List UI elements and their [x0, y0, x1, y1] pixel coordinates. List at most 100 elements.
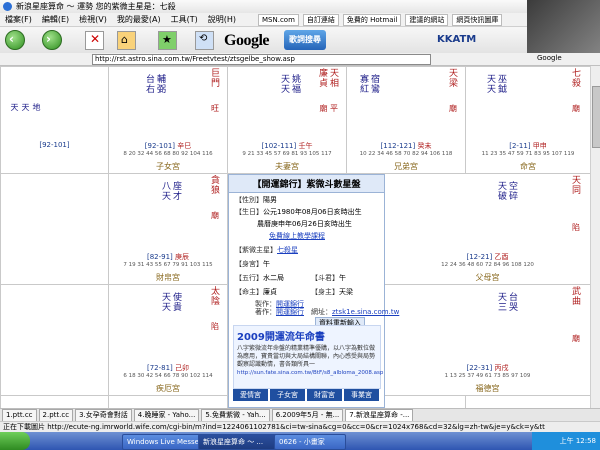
menu-view[interactable]: 檢視(V)	[74, 13, 112, 26]
link-custom[interactable]: 自訂連結	[302, 14, 339, 26]
palace-left-partial-3	[0, 284, 109, 396]
star-status: 旺	[211, 104, 219, 113]
palace-label: 兄弟宮	[394, 162, 418, 171]
task-browser[interactable]: 新浪星座算命 ～ ...	[198, 434, 278, 450]
scroll-thumb[interactable]	[592, 86, 600, 148]
ie-logo-icon	[3, 2, 12, 11]
home-icon: ⌂	[121, 33, 128, 46]
start-button[interactable]	[0, 432, 30, 450]
system-clock: 上午 12:58	[532, 432, 600, 450]
star-status: 陷	[211, 322, 219, 331]
favorites-button[interactable]: ★	[158, 31, 177, 50]
stop-icon: ✕	[90, 32, 101, 46]
age-list: 6 18 30 42 54 66 78 90 102 114	[123, 373, 213, 379]
palace-label: 夫妻宮	[275, 162, 299, 171]
menu-edit[interactable]: 編輯(E)	[37, 13, 74, 26]
author-link[interactable]: 開運錦行	[276, 308, 304, 316]
birth-value: 公元1980年08月06日亥時出生	[263, 208, 362, 216]
age-list: 9 21 33 45 57 69 81 93 105 117	[242, 151, 332, 157]
address-bar: http://rst.astro.sina.com.tw/Freetvtest/…	[0, 53, 600, 66]
palace-siblings: 天梁 廟 寡宿紅鸞 [112-121] 癸未 10 22 34 46 58 70…	[346, 66, 466, 174]
window-title: 新浪星座算命 ～ 運勢 您的紫微主星是：七殺	[16, 2, 176, 11]
ziwei-star-link[interactable]: 七殺星	[277, 246, 298, 254]
shen-value: 天梁	[339, 288, 353, 296]
link-suggested[interactable]: 建議的網站	[405, 14, 449, 26]
year-range: [2-11] 甲申	[509, 142, 547, 150]
promo-title: 2009開運流年命書	[237, 332, 325, 343]
home-button[interactable]: ⌂	[117, 31, 136, 50]
windows-taskbar: Windows Live Messen... 新浪星座算命 ～ ... 0626…	[0, 432, 600, 450]
google-logo[interactable]: Google	[224, 32, 270, 50]
back-arrow-icon: ‹	[9, 32, 14, 46]
dou-value: 午	[339, 274, 346, 282]
link-webslice[interactable]: 網頁快訊圖庫	[452, 14, 503, 26]
palace-label: 福德宮	[475, 384, 500, 393]
free-course-link[interactable]: 免費線上教學課程	[269, 231, 325, 241]
star-status: 廟	[572, 104, 580, 113]
year-range: [22-31] 丙戌	[466, 364, 509, 372]
star-status: 廟	[572, 334, 580, 343]
lyrics-search-button[interactable]: 歌詞搜尋	[284, 30, 326, 50]
tab-wealth[interactable]: 財富宮	[307, 389, 342, 401]
link-msn[interactable]: MSN.com	[258, 14, 299, 26]
tab-children[interactable]: 子女宮	[270, 389, 305, 401]
palace-life: 七殺 廟 天巫天鉞 [2-11] 甲申 11 23 35 47 59 71 83…	[465, 66, 591, 174]
task-messenger[interactable]: Windows Live Messen...	[122, 434, 210, 450]
ming-value: 廉貞	[263, 288, 277, 296]
menu-tools[interactable]: 工具(T)	[166, 13, 203, 26]
year-range: [112-121] 癸未	[380, 142, 432, 150]
title-bar: 新浪星座算命 ～ 運勢 您的紫微主星是：七殺	[0, 0, 600, 14]
palace-label: 財帛宮	[156, 273, 180, 282]
stop-button[interactable]: ✕	[85, 31, 104, 50]
forward-button[interactable]: ›	[42, 30, 62, 50]
promo-url[interactable]: http://sun.fate.sina.com.tw/BtF/s8_alblo…	[234, 369, 383, 377]
body-palace-value: 午	[263, 260, 270, 268]
link-hotmail[interactable]: 免費的 Hotmail	[342, 14, 402, 26]
star-status: 廟	[449, 104, 457, 113]
wuxing-value: 水二局	[263, 274, 284, 282]
age-list: 7 19 31 43 55 67 79 91 103 115	[123, 262, 213, 268]
palace-wealth: 貪狼 廟 八座天才 [82-91] 庚辰 7 19 31 43 55 67 79…	[108, 173, 228, 285]
site-link[interactable]: ztsk1e.sina.com.tw	[332, 308, 399, 316]
chart-info-panel: 【開運錦行】紫微斗數星盤 【性別】陽男 【生日】公元1980年08月06日亥時出…	[228, 174, 399, 408]
chart-content: 巨門 旺 台輔右弼 [92-101] 辛巳 8 20 32 44 56 68 8…	[0, 66, 600, 408]
menu-file[interactable]: 檔案(F)	[0, 13, 37, 26]
age-list: 11 23 35 47 59 71 83 95 107 119	[481, 151, 575, 157]
age-list: 8 20 32 44 56 68 80 92 104 116	[123, 151, 213, 157]
palace-left-partial: 天天地 [92-101]	[0, 66, 109, 174]
year-range: [102-111] 壬午	[261, 142, 313, 150]
browser-tab-bar: 1.ptt.cc 2.ptt.cc 3.女孕奇會對話 4.晚睡家 - Yaho.…	[0, 408, 600, 422]
promo-banner[interactable]: 2009開運流年命書 八字紫微流年命盤的精業精準優購，以八字為數位做為應用，寶貴…	[233, 325, 383, 389]
palace-spouse: 廉貞天相 廟 平 天姚天福 [102-111] 壬午 9 21 33 45 57…	[227, 66, 347, 174]
tab-career[interactable]: 事業宮	[344, 389, 379, 401]
panel-heading: 【開運錦行】紫微斗數星盤	[229, 175, 384, 193]
palace-left-partial-2	[0, 173, 109, 285]
tab-love[interactable]: 愛情宮	[233, 389, 268, 401]
year-range: [12-21] 乙酉	[466, 253, 509, 261]
palace-parents: 天同 陷 天空破碎 [12-21] 乙酉 12 24 36 48 60 72 8…	[384, 173, 591, 285]
palace-health: 太陰 陷 天使天貴 [72-81] 己卯 6 18 30 42 54 66 78…	[108, 284, 228, 396]
menu-help[interactable]: 說明(H)	[203, 13, 241, 26]
kkatm-logo[interactable]: KKATM	[437, 34, 476, 45]
google-search-label[interactable]: Google	[537, 54, 562, 62]
vertical-scrollbar[interactable]	[590, 66, 600, 408]
palace-tabs: 愛情宮 子女宮 財富宮 事業宮	[233, 389, 379, 401]
history-button[interactable]: ⟲	[195, 31, 214, 50]
links-bar: MSN.com 自訂連結 免費的 Hotmail 建議的網站 網頁快訊圖庫	[258, 14, 503, 26]
age-list: 12 24 36 48 60 72 84 96 108 120	[441, 262, 534, 268]
task-paint[interactable]: 0626 - 小畫家	[274, 434, 346, 450]
palace-label: 父母宮	[475, 273, 500, 282]
menu-favorites[interactable]: 我的最愛(A)	[112, 13, 166, 26]
promo-description: 八字紫微流年命盤的精業精準優購，以八字為數位做為應用，寶貴當切與大局結構關聯，內…	[237, 345, 376, 368]
year-range: [82-91] 庚辰	[146, 253, 190, 261]
star-status: 廟 平	[319, 104, 338, 113]
history-icon: ⟲	[199, 33, 208, 44]
palace-label: 疾厄宮	[156, 384, 180, 393]
address-input[interactable]: http://rst.astro.sina.com.tw/Freetvtest/…	[92, 54, 431, 65]
age-list: 10 22 34 46 58 70 82 94 106 118	[359, 151, 453, 157]
year-range: [92-101] 辛巳	[144, 142, 192, 150]
star-status: 廟	[211, 211, 219, 220]
back-button[interactable]: ‹	[5, 30, 25, 50]
age-list: 1 13 25 37 49 61 73 85 97 109	[444, 373, 531, 379]
star-icon: ★	[162, 33, 172, 46]
